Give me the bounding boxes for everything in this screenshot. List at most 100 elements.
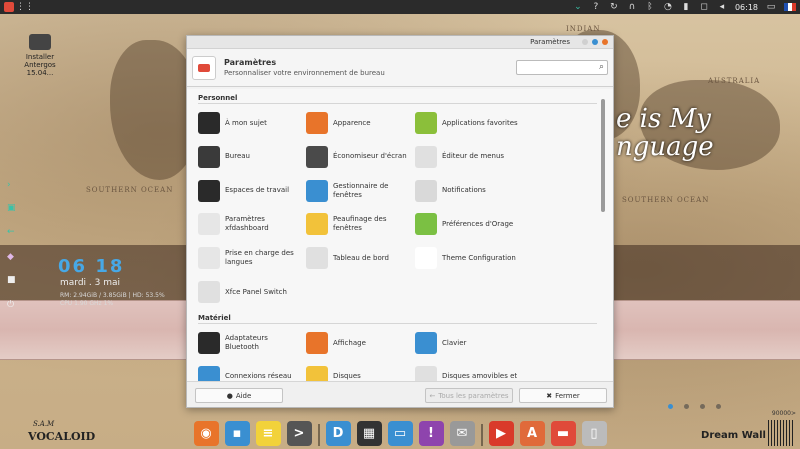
window-manager-icon (306, 179, 328, 202)
settings-item-label: Connexions réseau (225, 372, 292, 381)
logo-subtitle: S.A.M (33, 420, 55, 428)
settings-item[interactable]: Préférences d'Orage (415, 209, 519, 239)
settings-item[interactable]: Prise en charge des langues (198, 243, 302, 273)
settings-content[interactable]: Personnel Matériel À mon sujet Apparence A… (187, 89, 613, 382)
clock-widget-time: 06 18 (58, 256, 125, 277)
close-label: Fermer (555, 391, 580, 400)
user-photo-icon (198, 112, 220, 134)
bluetooth-adapter-icon (198, 332, 220, 354)
help-button[interactable]: ● Aide (195, 388, 283, 403)
settings-item[interactable]: Xfce Panel Switch (198, 277, 302, 307)
workspace-icon[interactable]: ▦ (356, 421, 382, 446)
back-arrow-icon: ← (429, 391, 436, 400)
user-icon[interactable]: ▭ (766, 2, 776, 12)
side-chat-icon[interactable]: ▣ (7, 203, 17, 213)
settings-window: Paramètres Paramètres Personnaliser votr… (186, 35, 614, 408)
side-power-icon[interactable]: ⏻ (7, 300, 17, 310)
mail-icon[interactable]: ✉ (449, 421, 475, 446)
help-icon[interactable]: ? (591, 2, 601, 12)
settings-item[interactable]: Disques (306, 362, 410, 382)
settings-item[interactable]: Éditeur de menus (415, 142, 519, 172)
maximize-button[interactable] (592, 39, 598, 45)
arrow-down-icon[interactable]: ⌄ (573, 2, 583, 12)
notifications-icon (415, 179, 437, 202)
close-settings-button[interactable]: ✖ Fermer (519, 388, 607, 403)
wifi-icon[interactable]: ◔ (663, 2, 673, 12)
dock-separator (317, 424, 320, 446)
side-arrow-icon[interactable]: › (7, 180, 17, 190)
dock-separator (480, 424, 483, 446)
docky-icon[interactable]: D (325, 421, 351, 446)
settings-item[interactable]: Économiseur d'écran (306, 142, 410, 172)
settings-item[interactable]: Affichage (306, 328, 410, 358)
french-flag-icon[interactable] (784, 3, 796, 11)
settings-item[interactable]: Disques amovibles et (415, 362, 519, 382)
notes-icon[interactable]: ≡ (255, 421, 281, 446)
settings-item[interactable]: À mon sujet (198, 108, 302, 138)
terminal-icon[interactable]: > (286, 421, 312, 446)
settings-item[interactable]: Peaufinage des fenêtres (306, 209, 410, 239)
wallpaper-label: SOUTHERN OCEAN (622, 196, 710, 204)
close-button[interactable] (602, 39, 608, 45)
scrollbar[interactable] (601, 99, 605, 212)
refresh-icon[interactable]: ↻ (609, 2, 619, 12)
settings-item[interactable]: Espaces de travail (198, 176, 302, 206)
headphones-icon[interactable]: ∩ (627, 2, 637, 12)
trash-icon[interactable]: ▯ (581, 421, 607, 446)
dream-wall-logo: Dream Wall (701, 430, 766, 441)
all-settings-button[interactable]: ← Tous les paramètres (425, 388, 513, 403)
software-center-icon[interactable]: A (519, 421, 545, 446)
clock-widget-info: RM: 2.94GiB / 3.85GiB | HD: 53.5% (60, 292, 165, 299)
settings-item[interactable]: Paramètres xfdashboard (198, 209, 302, 239)
firefox-icon[interactable]: ◉ (193, 421, 219, 446)
minimize-button[interactable] (582, 39, 588, 45)
settings-item[interactable]: Adaptateurs Bluetooth (198, 328, 302, 358)
settings-icon[interactable]: ▬ (550, 421, 576, 446)
settings-item[interactable]: Apparence (306, 108, 410, 138)
panel-clock[interactable]: 06:18 (735, 3, 758, 12)
workspace-dot[interactable] (684, 404, 689, 409)
settings-item-label: Économiseur d'écran (333, 152, 407, 161)
settings-item-label: Theme Configuration (442, 253, 516, 262)
panel-icon (306, 247, 328, 270)
settings-item[interactable]: Notifications (415, 176, 519, 206)
window-titlebar[interactable]: Paramètres (187, 36, 613, 49)
help-icon: ● (226, 391, 233, 400)
app-menu-icon[interactable] (4, 2, 14, 12)
installer-icon (29, 34, 51, 50)
settings-item[interactable]: Applications favorites (415, 108, 519, 138)
side-lock-icon[interactable]: ■ (7, 275, 17, 285)
settings-item-label: Applications favorites (442, 118, 518, 127)
workspace-dot[interactable] (700, 404, 705, 409)
workspace-dot[interactable] (716, 404, 721, 409)
files-icon[interactable]: ▪ (224, 421, 250, 446)
side-back-icon[interactable]: ← (7, 227, 17, 237)
grid-icon[interactable]: ⋮⋮ (16, 2, 34, 12)
settings-item[interactable]: Gestionnaire de fenêtres (306, 176, 410, 206)
settings-item-label: Xfce Panel Switch (225, 287, 287, 296)
battery-icon[interactable]: ▮ (681, 2, 691, 12)
side-mask-icon[interactable]: ◆ (7, 252, 17, 262)
settings-item-label: Tableau de bord (333, 253, 389, 262)
desktop-installer-icon[interactable]: Installer Antergos 15.04... (20, 34, 60, 77)
workspace-pager[interactable] (668, 404, 721, 409)
top-panel: ⋮⋮ ⌄ ? ↻ ∩ ᛒ ◔ ▮ ◻ ◂ 06:18 ▭ (0, 0, 800, 14)
workspace-dot[interactable] (668, 404, 673, 409)
settings-item[interactable]: Clavier (415, 328, 519, 358)
notification-icon[interactable]: ◻ (699, 2, 709, 12)
monitor-icon[interactable]: ▭ (387, 421, 413, 446)
all-settings-label: Tous les paramètres (438, 391, 509, 400)
chat-icon[interactable]: ! (418, 421, 444, 446)
settings-item[interactable]: Theme Configuration (415, 243, 519, 273)
youtube-icon[interactable]: ▶ (488, 421, 514, 446)
search-input[interactable]: ⌕ (516, 60, 608, 75)
settings-item[interactable]: Bureau (198, 142, 302, 172)
clock-widget-info: CPU 1.90 GHz 1% (60, 300, 114, 307)
settings-item[interactable]: Connexions réseau (198, 362, 302, 382)
xfdashboard-icon (198, 213, 220, 236)
bluetooth-icon[interactable]: ᛒ (645, 2, 655, 12)
window-tweaks-icon (306, 213, 328, 236)
volume-icon[interactable]: ◂ (717, 2, 727, 12)
keyboard-icon (415, 332, 437, 354)
settings-item[interactable]: Tableau de bord (306, 243, 410, 273)
